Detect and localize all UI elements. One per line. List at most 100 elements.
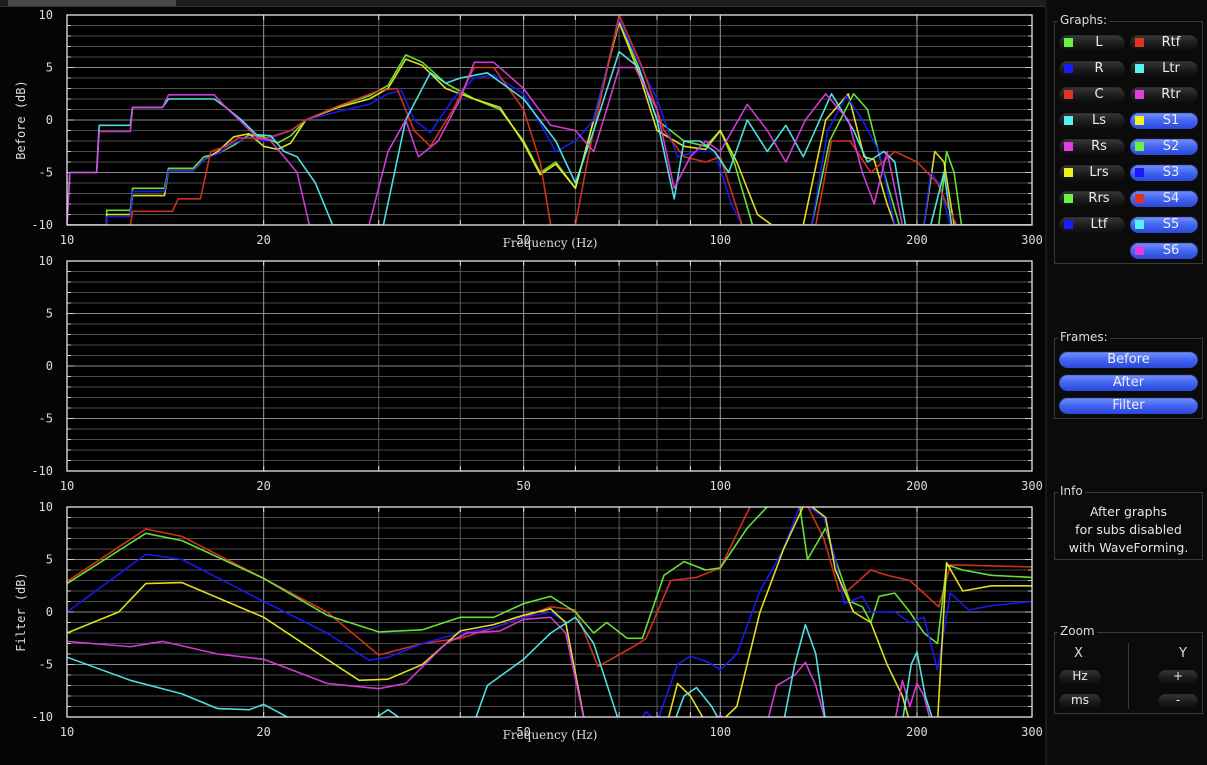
y-tick-label: 10 xyxy=(39,8,53,22)
graph-toggle-label: S1 xyxy=(1162,113,1180,128)
x-tick-label: 300 xyxy=(1021,233,1043,247)
frames-group: Frames: Before After Filter xyxy=(1054,330,1203,419)
frame-after-button[interactable]: After xyxy=(1059,374,1198,391)
graph-toggle-c[interactable]: C xyxy=(1059,86,1125,103)
graph-toggle-label: Rtf xyxy=(1161,35,1181,50)
graph-toggle-label: Ltf xyxy=(1090,217,1108,232)
graph-toggle-label: Ltr xyxy=(1162,61,1180,76)
y-tick-label: -10 xyxy=(31,218,53,232)
graph-toggle-label: S4 xyxy=(1162,191,1180,206)
graph-toggle-r[interactable]: R xyxy=(1059,60,1125,77)
graph-toggle-s1[interactable]: S1 xyxy=(1130,112,1198,129)
graph-toggle-s5[interactable]: S5 xyxy=(1130,216,1198,233)
graph-toggle-ltr[interactable]: Ltr xyxy=(1130,60,1198,77)
graph-toggle-label: R xyxy=(1094,61,1104,76)
color-swatch-icon xyxy=(1064,142,1073,151)
x-tick-label: 10 xyxy=(60,233,74,247)
x-tick-label: 100 xyxy=(709,479,731,493)
graph-toggle-label: L xyxy=(1095,35,1103,50)
graph-toggle-label: S6 xyxy=(1162,243,1180,258)
zoom-y-label: Y xyxy=(1179,646,1187,661)
tab-bar xyxy=(0,0,1045,7)
color-swatch-icon xyxy=(1135,116,1144,125)
graph-toggle-s6[interactable]: S6 xyxy=(1130,242,1198,259)
x-tick-label: 10 xyxy=(60,725,74,739)
x-tick-label: 200 xyxy=(906,479,928,493)
info-line: with WaveForming. xyxy=(1068,540,1189,555)
zoom-title: Zoom xyxy=(1058,624,1097,638)
y-tick-label: 10 xyxy=(39,254,53,268)
filter-plot: 10 5 0 -5 -10 10 20 50 100 200 300 Frequency (Hz) Fi… xyxy=(0,499,1045,745)
graph-toggle-ls[interactable]: Ls xyxy=(1059,112,1125,129)
zoom-ms-button[interactable]: ms xyxy=(1059,693,1101,708)
y-tick-label: 5 xyxy=(46,61,53,75)
frames-title: Frames: xyxy=(1058,330,1110,344)
color-swatch-icon xyxy=(1064,194,1073,203)
y-axis-title: Filter (dB) xyxy=(14,572,28,651)
color-swatch-icon xyxy=(1064,64,1073,73)
zoom-out-label: - xyxy=(1175,693,1181,707)
y-tick-label: -10 xyxy=(31,710,53,724)
side-panel: Graphs: L R C Ls Rs Lrs Rrs Ltf Rtf Ltr Rtr S1 S2 S3 S… xyxy=(1045,0,1207,765)
graph-toggle-rrs[interactable]: Rrs xyxy=(1059,190,1125,207)
frame-filter-label: Filter xyxy=(1112,398,1145,413)
y-tick-label: 5 xyxy=(46,307,53,321)
graph-toggle-s2[interactable]: S2 xyxy=(1130,138,1198,155)
x-tick-label: 20 xyxy=(256,233,270,247)
graph-toggle-l[interactable]: L xyxy=(1059,34,1125,51)
zoom-out-button[interactable]: - xyxy=(1158,693,1198,708)
y-tick-label: 0 xyxy=(46,359,53,373)
graph-toggle-ltf[interactable]: Ltf xyxy=(1059,216,1125,233)
graph-toggle-rs[interactable]: Rs xyxy=(1059,138,1125,155)
zoom-hz-label: Hz xyxy=(1072,669,1088,683)
color-swatch-icon xyxy=(1135,246,1144,255)
y-tick-label: 0 xyxy=(46,605,53,619)
graph-toggle-rtr[interactable]: Rtr xyxy=(1130,86,1198,103)
graph-toggle-rtf[interactable]: Rtf xyxy=(1130,34,1198,51)
zoom-divider xyxy=(1128,643,1129,709)
frame-before-label: Before xyxy=(1107,352,1150,367)
chart-svg: 1050-5-1010 20 50 100 200 300Frequency (Hz)Fi… xyxy=(14,500,1043,742)
graph-toggle-label: Rrs xyxy=(1088,191,1110,206)
x-axis-title: Frequency (Hz) xyxy=(503,236,598,250)
graph-toggle-label: Rtr xyxy=(1161,87,1181,102)
y-tick-label: -10 xyxy=(31,464,53,478)
color-swatch-icon xyxy=(1135,168,1144,177)
color-swatch-icon xyxy=(1135,64,1144,73)
color-swatch-icon xyxy=(1064,90,1073,99)
zoom-group: Zoom X Y Hz ms + - xyxy=(1054,624,1203,714)
y-tick-label: 0 xyxy=(46,113,53,127)
zoom-in-button[interactable]: + xyxy=(1158,669,1198,684)
x-tick-label: 200 xyxy=(906,233,928,247)
x-tick-label: 100 xyxy=(709,725,731,739)
y-tick-label: 10 xyxy=(39,500,53,514)
frame-before-button[interactable]: Before xyxy=(1059,351,1198,368)
zoom-x-label: X xyxy=(1074,646,1083,661)
tab-active[interactable] xyxy=(8,0,176,6)
frame-filter-button[interactable]: Filter xyxy=(1059,397,1198,414)
graph-toggle-lrs[interactable]: Lrs xyxy=(1059,164,1125,181)
info-line: After graphs xyxy=(1089,504,1168,519)
frame-after-label: After xyxy=(1112,375,1145,390)
graphs-title: Graphs: xyxy=(1058,13,1110,27)
graph-toggle-label: Ls xyxy=(1091,113,1106,128)
zoom-hz-button[interactable]: Hz xyxy=(1059,669,1101,684)
graph-toggle-s4[interactable]: S4 xyxy=(1130,190,1198,207)
info-title: Info xyxy=(1058,484,1085,498)
color-swatch-icon xyxy=(1064,168,1073,177)
info-group: Info After graphs for subs disabled with… xyxy=(1054,484,1203,560)
y-tick-label: -5 xyxy=(39,658,53,672)
info-line: for subs disabled xyxy=(1075,522,1182,537)
graph-toggle-s3[interactable]: S3 xyxy=(1130,164,1198,181)
y-tick-label: -5 xyxy=(39,412,53,426)
chart-svg: 1050-5-1010 20 50 100 200 300Frequency (Hz)Be… xyxy=(14,8,1043,250)
x-axis-title: Frequency (Hz) xyxy=(503,728,598,742)
zoom-in-label: + xyxy=(1172,669,1184,683)
graph-toggle-label: C xyxy=(1094,87,1104,102)
info-text: After graphs for subs disabled with Wave… xyxy=(1055,503,1202,557)
color-swatch-icon xyxy=(1135,194,1144,203)
color-swatch-icon xyxy=(1135,38,1144,47)
after-plot: 10 5 0 -5 -10 10 20 50 100 200 300 xyxy=(0,253,1045,499)
x-tick-label: 10 xyxy=(60,479,74,493)
x-tick-label: 200 xyxy=(906,725,928,739)
